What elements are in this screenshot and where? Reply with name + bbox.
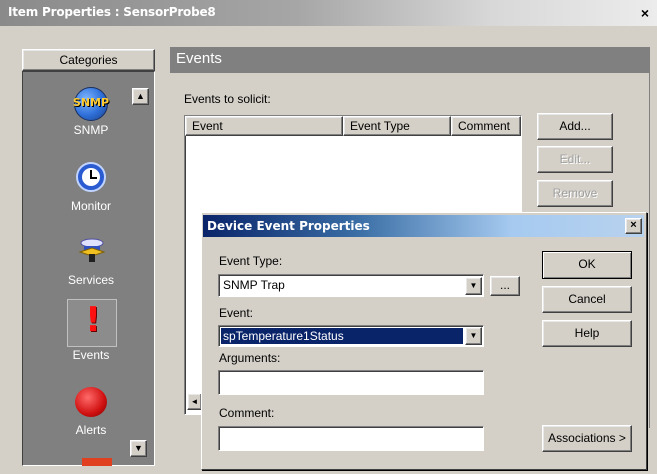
categories-header-button[interactable]: Categories bbox=[22, 49, 155, 71]
window-close-icon[interactable]: × bbox=[636, 5, 654, 21]
category-label-monitor: Monitor bbox=[70, 199, 111, 213]
add-button[interactable]: Add... bbox=[537, 113, 613, 140]
arguments-label: Arguments: bbox=[219, 351, 281, 365]
event-label: Event: bbox=[219, 306, 254, 320]
event-select[interactable]: spTemperature1Status bbox=[218, 325, 484, 347]
monitor-clock-hand bbox=[90, 177, 97, 179]
column-header-comment[interactable]: Comment bbox=[451, 116, 521, 136]
alerts-icon[interactable] bbox=[75, 387, 107, 417]
categories-scroll-down-icon[interactable]: ▼ bbox=[130, 440, 147, 457]
column-header-event-type[interactable]: Event Type bbox=[343, 116, 451, 136]
dialog-title: Device Event Properties bbox=[207, 219, 370, 233]
categories-scroll-up-icon[interactable]: ▲ bbox=[132, 88, 149, 105]
cancel-button[interactable]: Cancel bbox=[542, 286, 632, 313]
category-label-services: Services bbox=[67, 273, 114, 287]
list-scroll-left-icon[interactable]: ◄ bbox=[187, 393, 202, 410]
event-type-value: SNMP Trap bbox=[223, 278, 285, 292]
snmp-icon-text: SNMP bbox=[72, 96, 110, 109]
comment-input[interactable] bbox=[218, 426, 484, 451]
remove-button[interactable]: Remove bbox=[537, 180, 613, 207]
arguments-input[interactable] bbox=[218, 370, 484, 395]
events-to-solicit-label: Events to solicit: bbox=[184, 92, 271, 106]
browse-button[interactable]: ... bbox=[490, 276, 520, 296]
events-exclamation-icon[interactable]: ! bbox=[82, 302, 104, 338]
window-title: Item Properties : SensorProbe8 bbox=[8, 5, 216, 19]
partial-category-icon bbox=[82, 458, 112, 466]
dialog-close-icon[interactable]: × bbox=[625, 218, 642, 234]
event-dropdown-icon[interactable]: ▼ bbox=[465, 327, 482, 345]
column-header-event[interactable]: Event bbox=[185, 116, 343, 136]
comment-label: Comment: bbox=[219, 406, 275, 420]
services-icon[interactable] bbox=[74, 234, 110, 264]
ok-button[interactable]: OK bbox=[542, 251, 632, 279]
events-panel-header: Events bbox=[170, 47, 650, 73]
associations-button[interactable]: Associations > bbox=[542, 425, 632, 452]
edit-button[interactable]: Edit... bbox=[537, 146, 613, 173]
category-label-events: Events bbox=[72, 348, 110, 362]
event-type-select[interactable]: SNMP Trap bbox=[218, 274, 484, 297]
event-type-dropdown-icon[interactable]: ▼ bbox=[465, 277, 482, 295]
event-value: spTemperature1Status bbox=[221, 328, 463, 344]
event-type-label: Event Type: bbox=[219, 254, 283, 268]
help-button[interactable]: Help bbox=[542, 320, 632, 347]
category-label-alerts: Alerts bbox=[75, 423, 107, 437]
category-label-snmp: SNMP bbox=[73, 123, 109, 137]
